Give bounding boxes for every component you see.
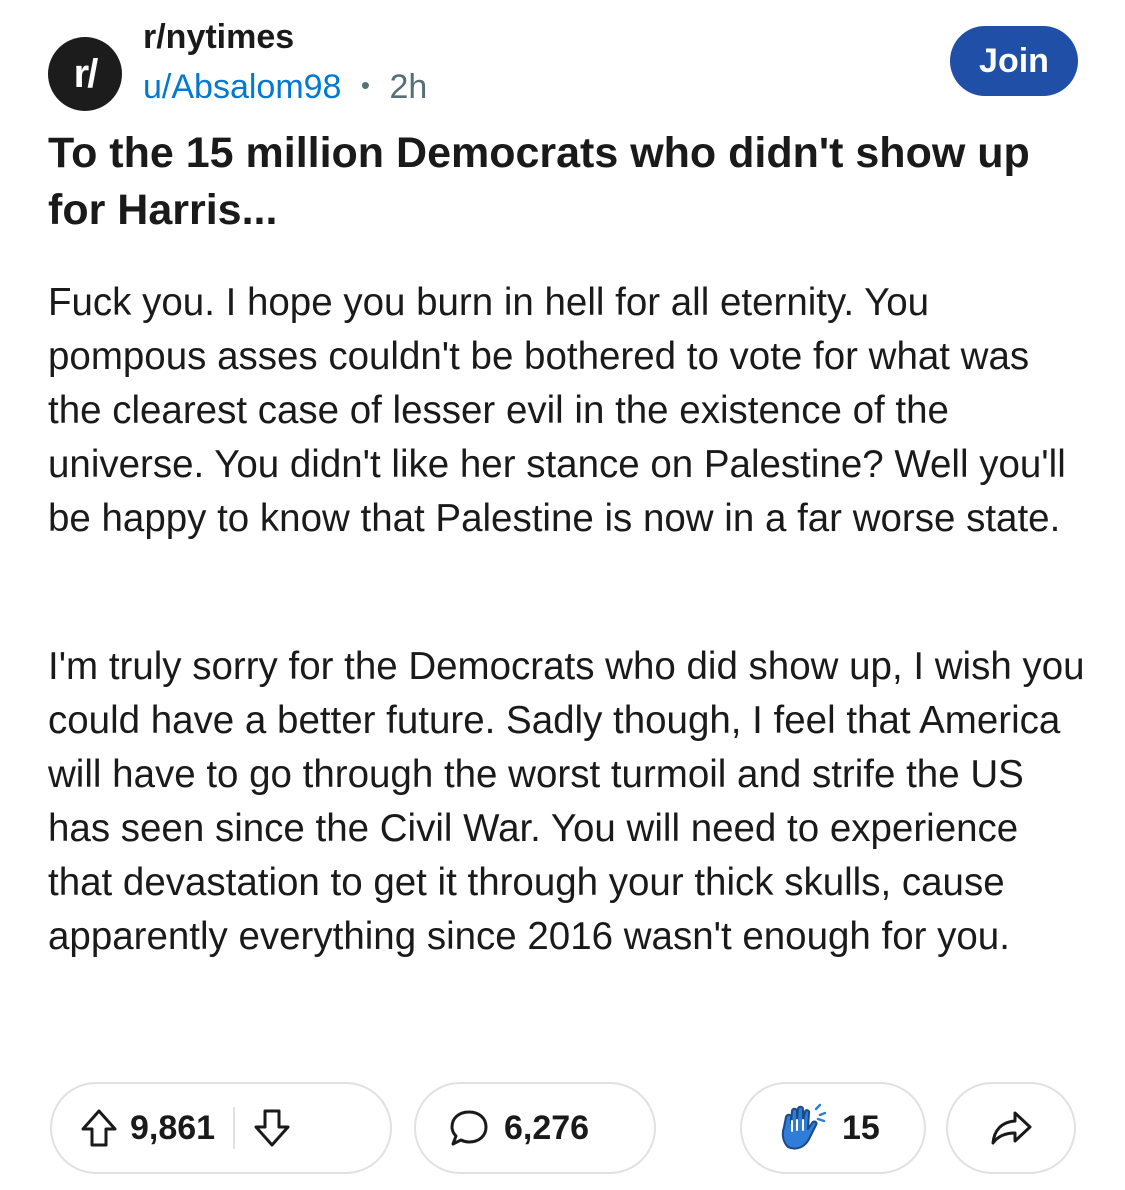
meta-separator: • [360,70,371,100]
vote-bar: 9,861 [50,1082,392,1174]
upvote-arrow-icon[interactable] [80,1108,118,1148]
comments-button[interactable]: 6,276 [414,1082,656,1174]
comment-bubble-icon [448,1108,490,1148]
share-button[interactable] [946,1082,1076,1174]
award-count: 15 [842,1108,880,1147]
comment-count: 6,276 [504,1108,590,1147]
post-time: 2h [389,68,428,106]
subreddit-avatar[interactable]: r/ [48,37,122,111]
post-title[interactable]: To the 15 million Democrats who didn't s… [48,125,1088,239]
upvote-count: 9,861 [130,1108,216,1147]
subreddit-name[interactable]: r/nytimes [143,18,294,57]
share-arrow-icon [989,1109,1033,1147]
downvote-arrow-icon[interactable] [253,1108,291,1148]
clapping-hands-icon [776,1103,828,1153]
vote-divider [233,1107,236,1149]
post-body-paragraph-2: I'm truly sorry for the Democrats who di… [48,645,1085,958]
post-body-paragraph-1: Fuck you. I hope you burn in hell for al… [48,281,1066,540]
post-header: r/ r/nytimes u/Absalom98 • 2h Join [48,18,1078,112]
award-button[interactable]: 15 [740,1082,926,1174]
author-link[interactable]: u/Absalom98 [143,68,341,106]
post-meta: u/Absalom98 • 2h [143,68,427,107]
join-button[interactable]: Join [950,26,1078,96]
